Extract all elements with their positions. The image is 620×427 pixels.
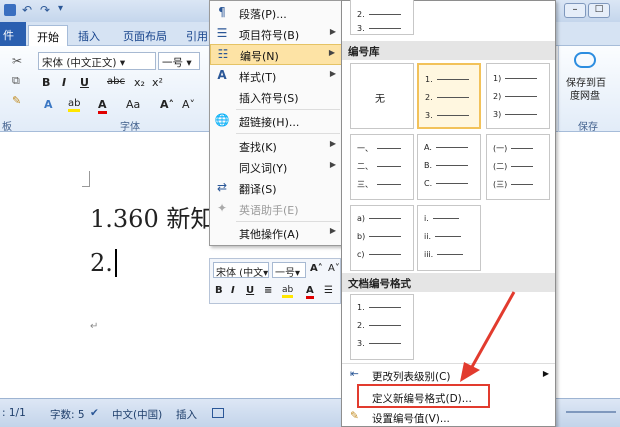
grow-font-icon[interactable]: A˄ xyxy=(160,98,174,111)
font-size-combo[interactable]: 一号 ▾ xyxy=(158,52,200,70)
context-menu: ¶ 段落(P)... ☰ 项目符号(B) ▶ ☷ 编号(N) ▶ A 样式(T) ▶ 插入符号… xyxy=(209,0,343,246)
highlight-icon[interactable]: ab xyxy=(68,98,81,112)
mini-highlight-icon[interactable]: ab xyxy=(282,285,294,298)
document-numbering-format[interactable]: 1. 2. 3. xyxy=(350,294,414,360)
document-line-2[interactable]: 2. xyxy=(90,249,117,277)
change-case-icon[interactable]: Aa xyxy=(126,98,140,111)
mini-font-color-icon[interactable]: A xyxy=(306,285,314,299)
menu-item-translate[interactable]: ⇄ 翻译(S) xyxy=(210,178,342,199)
mini-bold-button[interactable]: B xyxy=(215,285,223,296)
menu-separator xyxy=(236,133,340,134)
numbering-library-heading: 编号库 xyxy=(342,41,555,60)
none-label: 无 xyxy=(375,94,385,105)
english-assistant-icon: ✦ xyxy=(216,201,228,215)
translate-icon: ⇄ xyxy=(216,180,228,194)
menu-item-english-assistant: ✦ 英语助手(E) xyxy=(210,199,342,220)
bullets-icon: ☰ xyxy=(216,26,228,40)
shrink-font-icon[interactable]: A˅ xyxy=(182,98,195,111)
document-line-1[interactable]: 1.360 新知 xyxy=(90,199,214,234)
ribbon-divider xyxy=(558,46,559,132)
superscript-button[interactable]: x² xyxy=(152,76,163,89)
save-icon[interactable] xyxy=(4,4,16,16)
menu-item-numbering[interactable]: ☷ 编号(N) ▶ xyxy=(210,44,342,65)
undo-icon[interactable]: ↶ xyxy=(22,3,32,17)
numbering-format-decimal-paren[interactable]: 1) 2) 3) xyxy=(486,63,550,129)
mini-bullets-icon[interactable]: ☰ xyxy=(324,285,333,296)
group-save-label: 保存 xyxy=(578,122,598,133)
mini-size-combo[interactable]: 一号▾ xyxy=(272,262,306,278)
set-numbering-value-item[interactable]: ✎ 设置编号值(V)... xyxy=(342,407,555,427)
baidu-cloud-icon[interactable] xyxy=(574,52,596,68)
mini-italic-button[interactable]: I xyxy=(231,285,235,296)
numbering-icon: ☷ xyxy=(217,47,229,61)
red-arrow-annotation xyxy=(460,291,516,382)
mini-shrink-font-icon[interactable]: A˅ xyxy=(328,263,340,274)
text-effects-icon[interactable]: A xyxy=(44,98,53,111)
zoom-slider[interactable] xyxy=(566,411,616,413)
mini-center-icon[interactable]: ≡ xyxy=(264,285,272,296)
document-formats-heading: 文档编号格式 xyxy=(342,273,555,292)
tab-home[interactable]: 开始 xyxy=(28,25,68,46)
group-font-label: 字体 xyxy=(120,122,140,133)
styles-icon: A xyxy=(217,68,227,82)
minimize-icon[interactable]: – xyxy=(564,3,586,18)
status-word-count[interactable]: 字数: 5 xyxy=(50,407,85,422)
tab-page-layout[interactable]: 页面布局 xyxy=(115,25,175,46)
status-insert-mode[interactable]: 插入 xyxy=(176,407,197,422)
paragraph-mark: ↵ xyxy=(90,321,99,332)
bold-button[interactable]: B xyxy=(42,76,50,89)
underline-button[interactable]: U xyxy=(80,76,89,89)
gallery-separator xyxy=(342,363,555,364)
mini-font-combo[interactable]: 宋体 (中文▾ xyxy=(213,262,269,278)
subscript-button[interactable]: x₂ xyxy=(134,76,145,89)
mini-toolbar: 宋体 (中文▾ 一号▾ A˄ A˅ B I U ≡ ab A ☰ xyxy=(209,258,341,304)
set-value-icon: ✎ xyxy=(350,410,359,422)
numbering-format-none[interactable]: 无 xyxy=(350,63,414,129)
menu-item-bullets[interactable]: ☰ 项目符号(B) ▶ xyxy=(210,24,342,45)
tab-file[interactable]: 件 xyxy=(0,22,26,46)
font-color-icon[interactable]: A xyxy=(98,98,107,114)
menu-separator xyxy=(236,109,340,110)
hyperlink-icon: 🌐 xyxy=(214,113,230,127)
group-clipboard-label: 板 xyxy=(2,122,12,133)
list-level-icon: ⇤ xyxy=(350,368,359,380)
menu-item-styles[interactable]: A 样式(T) ▶ xyxy=(210,66,342,87)
numbering-format-decimal-dot[interactable]: 1. 2. 3. xyxy=(417,63,481,129)
numbering-format-chinese-paren[interactable]: (一) (二) (三) xyxy=(486,134,550,200)
menu-item-find[interactable]: 查找(K) ▶ xyxy=(210,136,342,157)
margin-corner xyxy=(82,171,90,187)
font-name-combo[interactable]: 宋体 (中文正文) ▾ xyxy=(38,52,156,70)
numbering-gallery: 2. 3. 编号库 无 1. 2. 3. 1) 2) 3) 一、 二、 三、 A… xyxy=(341,0,556,427)
menu-item-hyperlink[interactable]: 🌐 超链接(H)... xyxy=(210,111,342,132)
change-list-level-item[interactable]: ⇤ 更改列表级别(C) ▶ xyxy=(342,365,555,385)
menu-item-insert-symbol[interactable]: 插入符号(S) xyxy=(210,87,342,108)
status-page[interactable]: : 1/1 xyxy=(2,407,26,419)
highlight-box xyxy=(357,384,490,408)
status-language[interactable]: 中文(中国) xyxy=(112,407,162,422)
menu-separator xyxy=(236,221,340,222)
strikethrough-button[interactable]: abc xyxy=(107,76,125,87)
tab-insert[interactable]: 插入 xyxy=(70,25,108,46)
proofing-icon[interactable]: ✔ xyxy=(90,407,99,419)
customize-qat-icon[interactable]: ▾ xyxy=(58,3,63,14)
numbering-format-roman[interactable]: i. ii. iii. xyxy=(417,205,481,271)
mini-underline-button[interactable]: U xyxy=(246,285,254,296)
maximize-icon[interactable]: □ xyxy=(588,3,610,18)
numbering-format-lower-alpha[interactable]: a) b) c) xyxy=(350,205,414,271)
format-painter-icon[interactable]: ✎ xyxy=(12,94,21,107)
numbering-format-chinese[interactable]: 一、 二、 三、 xyxy=(350,134,414,200)
italic-button[interactable]: I xyxy=(62,76,66,89)
macro-record-icon[interactable] xyxy=(212,408,224,418)
redo-icon[interactable]: ↷ xyxy=(40,3,50,17)
copy-icon[interactable]: ⧉ xyxy=(12,74,20,88)
menu-item-synonyms[interactable]: 同义词(Y) ▶ xyxy=(210,157,342,178)
save-baidu-label-2[interactable]: 度网盘 xyxy=(570,87,600,102)
numbering-format-upper-alpha[interactable]: A. B. C. xyxy=(417,134,481,200)
paragraph-icon: ¶ xyxy=(218,5,226,19)
menu-item-other-actions[interactable]: 其他操作(A) ▶ xyxy=(210,223,342,244)
mini-grow-font-icon[interactable]: A˄ xyxy=(310,263,323,274)
recent-numbering-format[interactable]: 2. 3. xyxy=(350,0,414,35)
menu-item-paragraph[interactable]: ¶ 段落(P)... xyxy=(210,3,342,24)
cut-icon[interactable]: ✂ xyxy=(12,54,22,68)
